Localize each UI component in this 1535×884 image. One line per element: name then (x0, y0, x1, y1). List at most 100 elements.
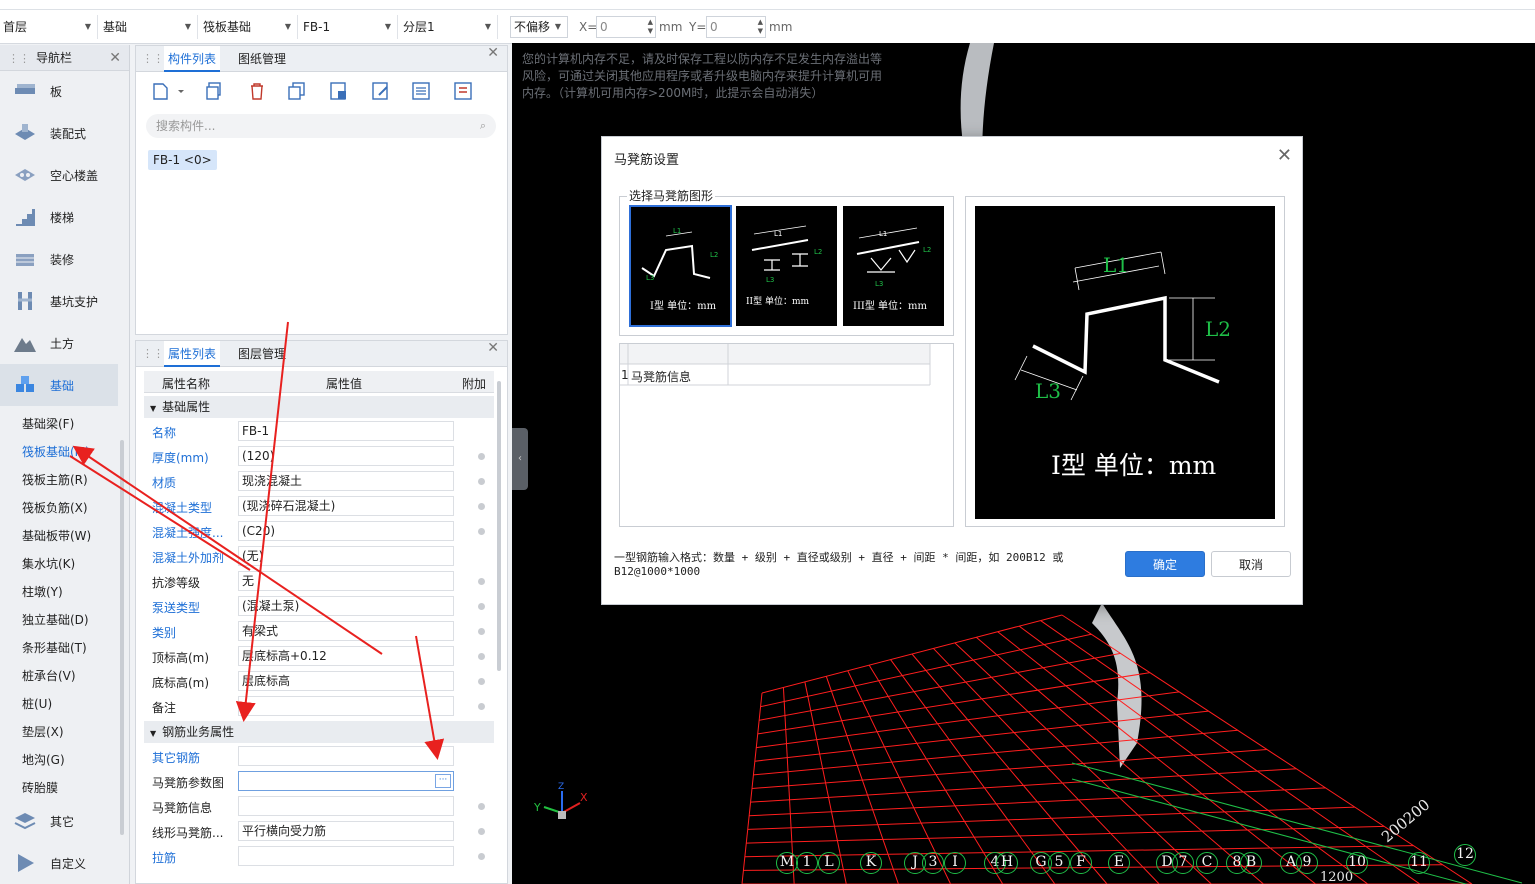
nav-item-6[interactable]: 土方 (0, 322, 118, 364)
property-value-input[interactable]: 有梁式 (238, 621, 454, 641)
offset-select[interactable]: 不偏移 ▼ (510, 16, 568, 38)
nav-subitem[interactable]: 桩承台(V) (22, 667, 76, 684)
component-item[interactable]: FB-1 <0> (148, 150, 217, 170)
attach-radio[interactable] (478, 453, 485, 460)
property-value-input[interactable]: ··· (238, 771, 454, 791)
nav-item-3[interactable]: 楼梯 (0, 196, 118, 238)
category-select[interactable]: 基础 ▼ (100, 15, 198, 39)
spinner-icon[interactable]: ▲ ▼ (648, 18, 653, 36)
nav-item-2[interactable]: 空心楼盖 (0, 154, 118, 196)
tab-layer-management[interactable]: 图层管理 (234, 341, 290, 367)
tab-property-list[interactable]: 属性列表 (164, 341, 221, 367)
property-value-input[interactable]: 层底标高+0.12 (238, 646, 454, 666)
attach-radio[interactable] (478, 853, 485, 860)
property-group[interactable]: ▼ 基础属性 (144, 396, 494, 418)
ok-button[interactable]: 确定 (1125, 551, 1205, 577)
edit-icon[interactable] (370, 80, 392, 102)
property-value-input[interactable] (238, 696, 454, 716)
attach-radio[interactable] (478, 803, 485, 810)
delete-icon[interactable] (246, 80, 268, 102)
tab-component-list[interactable]: 构件列表 (164, 46, 221, 72)
attach-radio[interactable] (478, 578, 485, 585)
property-value-input[interactable]: 无 (238, 571, 454, 591)
drag-grip-icon[interactable]: ⋮⋮ (142, 52, 164, 65)
attach-radio[interactable] (478, 603, 485, 610)
attach-radio[interactable] (478, 478, 485, 485)
nav-subitem[interactable]: 筏板主筋(R) (22, 471, 88, 488)
nav-bottom-item-0[interactable]: 其它 (0, 800, 118, 842)
type-select[interactable]: 筏板基础 ▼ (200, 15, 298, 39)
property-value-input[interactable] (238, 846, 454, 866)
nav-subitem[interactable]: 基础梁(F) (22, 415, 74, 432)
component-select[interactable]: FB-1 ▼ (300, 15, 398, 39)
nav-subitem[interactable]: 条形基础(T) (22, 639, 87, 656)
property-value-input[interactable]: (120) (238, 446, 454, 466)
property-value-input[interactable]: (C20) (238, 521, 454, 541)
floor-select[interactable]: 首层 ▼ (0, 15, 98, 39)
component-search-input[interactable]: 搜索构件... ⌕ (146, 114, 496, 138)
grid-row-value-cell[interactable] (730, 366, 928, 384)
nav-subitem[interactable]: 基础板带(W) (22, 527, 91, 544)
filter-icon[interactable] (452, 80, 474, 102)
copy-icon[interactable] (204, 80, 226, 102)
drag-grip-icon[interactable]: ⋮⋮ (142, 347, 164, 360)
attach-radio[interactable] (478, 828, 485, 835)
property-group[interactable]: ▼ 钢筋业务属性 (144, 721, 494, 743)
list-icon[interactable] (410, 80, 432, 102)
property-scrollbar[interactable] (497, 381, 501, 671)
attach-radio[interactable] (478, 628, 485, 635)
copy-floor-icon[interactable] (286, 80, 308, 102)
collapse-triangle-icon[interactable]: ▼ (150, 404, 156, 413)
property-value-input[interactable]: 层底标高 (238, 671, 454, 691)
nav-item-5[interactable]: 基坑支护 (0, 280, 118, 322)
new-component-icon[interactable] (150, 80, 186, 102)
shape-type-1-thumb[interactable]: L1 L2 L3 I型 单位：mm (629, 205, 732, 327)
property-value-input[interactable]: FB-1 (238, 421, 454, 441)
property-value-input[interactable] (238, 746, 454, 766)
close-icon[interactable]: ✕ (487, 45, 499, 61)
close-icon[interactable]: ✕ (109, 45, 121, 71)
nav-item-0[interactable]: 板 (0, 70, 118, 112)
layer-copy-icon[interactable] (328, 80, 350, 102)
nav-subitem[interactable]: 集水坑(K) (22, 555, 75, 572)
spinner-icon[interactable]: ▲ ▼ (758, 18, 763, 36)
property-value-input[interactable]: 现浇混凝土 (238, 471, 454, 491)
attach-radio[interactable] (478, 503, 485, 510)
cancel-button[interactable]: 取消 (1211, 551, 1291, 577)
collapse-triangle-icon[interactable]: ▼ (150, 729, 156, 738)
property-value-input[interactable]: (无) (238, 546, 454, 566)
nav-subitem[interactable]: 筏板基础(M) (22, 443, 90, 460)
nav-subitem[interactable]: 筏板负筋(X) (22, 499, 88, 516)
property-value-input[interactable]: (现浇碎石混凝土) (238, 496, 454, 516)
attach-radio[interactable] (478, 528, 485, 535)
nav-item-1[interactable]: 装配式 (0, 112, 118, 154)
x-offset-input[interactable]: 0 ▲ ▼ (596, 16, 656, 38)
attach-radio[interactable] (478, 653, 485, 660)
nav-subitem[interactable]: 桩(U) (22, 695, 52, 712)
close-icon[interactable]: ✕ (1277, 145, 1292, 166)
property-value-input[interactable] (238, 796, 454, 816)
nav-subitem[interactable]: 柱墩(Y) (22, 583, 63, 600)
tab-drawing-management[interactable]: 图纸管理 (234, 46, 290, 72)
nav-item-4[interactable]: 装修 (0, 238, 118, 280)
close-icon[interactable]: ✕ (487, 341, 499, 356)
nav-item-7[interactable]: 基础 (0, 364, 118, 406)
nav-subitem[interactable]: 独立基础(D) (22, 611, 89, 628)
property-value-input[interactable]: 平行横向受力筋 (238, 821, 454, 841)
property-value-input[interactable]: (混凝土泵) (238, 596, 454, 616)
collapse-panel-handle[interactable]: ‹ (512, 428, 528, 490)
more-options-button[interactable]: ··· (435, 774, 451, 788)
shape-type-3-thumb[interactable]: L1 L2 L3 III型 单位：mm (843, 206, 944, 326)
nav-subitem[interactable]: 地沟(G) (22, 751, 65, 768)
shape-type-2-thumb[interactable]: L1 L2 L3 II型 单位：mm (736, 206, 837, 326)
search-icon[interactable]: ⌕ (480, 114, 486, 138)
nav-scrollbar[interactable] (120, 440, 124, 835)
drag-grip-icon[interactable]: ⋮⋮ (8, 52, 30, 65)
nav-subitem[interactable]: 砖胎膜 (22, 779, 58, 796)
nav-bottom-item-1[interactable]: 自定义 (0, 842, 118, 884)
nav-subitem[interactable]: 垫层(X) (22, 723, 64, 740)
y-offset-input[interactable]: 0 ▲ ▼ (706, 16, 766, 38)
attach-radio[interactable] (478, 678, 485, 685)
attach-radio[interactable] (478, 703, 485, 710)
layer-select[interactable]: 分层1 ▼ (400, 15, 498, 39)
